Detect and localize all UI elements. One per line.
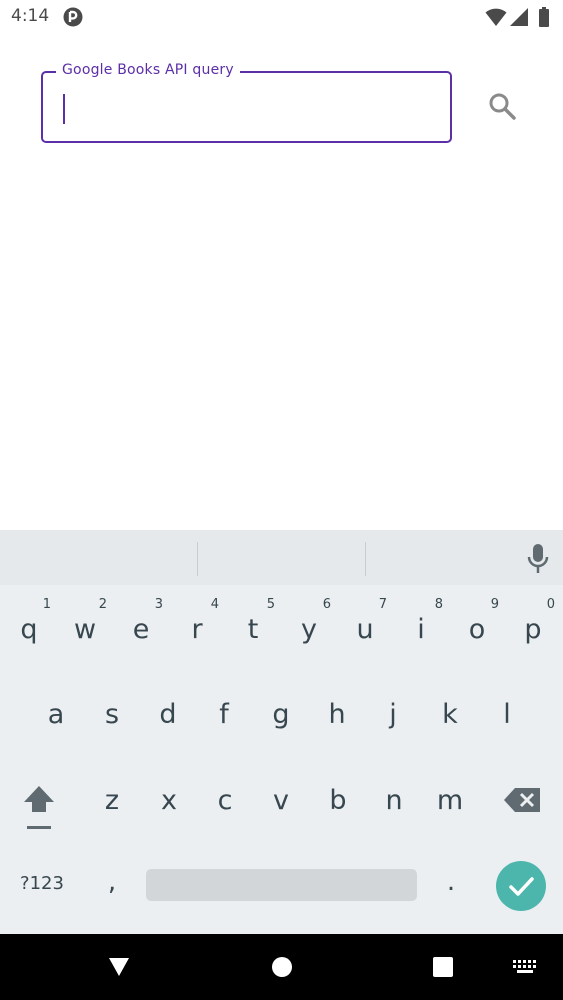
key-label: y <box>301 614 317 645</box>
key-x[interactable]: x <box>143 763 195 839</box>
wifi-icon <box>485 8 507 26</box>
key-k[interactable]: k <box>424 677 476 753</box>
key-label: w <box>73 614 97 645</box>
key-label: q <box>20 614 38 645</box>
key-n[interactable]: n <box>368 763 420 839</box>
key-w[interactable]: w2 <box>59 592 111 668</box>
status-icons <box>485 6 555 28</box>
status-time: 4:14 <box>11 6 50 26</box>
symbols-key[interactable]: ?123 <box>10 862 74 906</box>
key-label: k <box>442 699 458 730</box>
key-a[interactable]: a <box>30 677 82 753</box>
suggestion-divider <box>365 542 366 576</box>
backspace-icon[interactable] <box>503 785 543 815</box>
key-i[interactable]: i8 <box>395 592 447 668</box>
key-label: c <box>217 785 233 816</box>
query-input[interactable] <box>54 88 438 130</box>
key-q[interactable]: q1 <box>3 592 55 668</box>
key-g[interactable]: g <box>255 677 307 753</box>
key-y[interactable]: y6 <box>283 592 335 668</box>
key-hint: 1 <box>42 597 51 612</box>
microphone-icon[interactable] <box>524 542 552 576</box>
key-label: h <box>328 699 346 730</box>
key-p[interactable]: p0 <box>507 592 559 668</box>
key-hint: 9 <box>490 597 499 612</box>
comma-key[interactable]: , <box>92 860 132 904</box>
shift-icon[interactable] <box>19 782 59 832</box>
key-label: p <box>524 614 542 645</box>
key-c[interactable]: c <box>199 763 251 839</box>
key-label: v <box>273 785 289 816</box>
key-d[interactable]: d <box>142 677 194 753</box>
key-hint: 4 <box>210 597 219 612</box>
key-label: u <box>356 614 374 645</box>
status-bar: 4:14 <box>0 0 563 34</box>
search-icon[interactable] <box>482 86 522 126</box>
key-label: d <box>159 699 177 730</box>
key-label: n <box>385 785 403 816</box>
key-h[interactable]: h <box>311 677 363 753</box>
key-label: s <box>104 699 120 730</box>
key-label: b <box>329 785 347 816</box>
text-cursor <box>63 94 65 124</box>
key-hint: 2 <box>98 597 107 612</box>
back-icon[interactable] <box>89 934 149 1000</box>
key-label: l <box>503 699 511 730</box>
key-label: e <box>132 614 150 645</box>
key-label: i <box>417 614 425 645</box>
battery-icon <box>539 7 549 27</box>
cell-signal-icon <box>510 8 528 26</box>
key-hint: 7 <box>378 597 387 612</box>
key-b[interactable]: b <box>312 763 364 839</box>
key-hint: 5 <box>266 597 275 612</box>
key-f[interactable]: f <box>198 677 250 753</box>
query-field-label: Google Books API query <box>56 62 240 78</box>
check-icon <box>509 877 534 896</box>
soft-keyboard: q1 w2 e3 r4 t5 y6 u7 i8 o9 p0 a s d f g … <box>0 530 563 934</box>
key-v[interactable]: v <box>255 763 307 839</box>
key-l[interactable]: l <box>481 677 533 753</box>
key-label: f <box>219 699 229 730</box>
key-label: t <box>247 614 259 645</box>
key-label: g <box>272 699 290 730</box>
recents-icon[interactable] <box>413 934 473 1000</box>
app-notification-icon <box>63 7 83 27</box>
key-u[interactable]: u7 <box>339 592 391 668</box>
key-s[interactable]: s <box>86 677 138 753</box>
key-hint: 3 <box>154 597 163 612</box>
key-m[interactable]: m <box>424 763 476 839</box>
key-label: a <box>47 699 65 730</box>
key-o[interactable]: o9 <box>451 592 503 668</box>
period-key[interactable]: . <box>431 860 471 904</box>
space-key[interactable] <box>146 869 417 901</box>
suggestion-strip <box>0 530 563 585</box>
key-label: z <box>104 785 120 816</box>
key-hint: 0 <box>546 597 555 612</box>
key-z[interactable]: z <box>86 763 138 839</box>
suggestion-divider <box>197 542 198 576</box>
enter-key[interactable] <box>496 861 546 911</box>
key-hint: 6 <box>322 597 331 612</box>
key-label: m <box>436 785 464 816</box>
key-label: j <box>389 699 397 730</box>
home-icon[interactable] <box>252 934 312 1000</box>
key-j[interactable]: j <box>367 677 419 753</box>
key-label: r <box>191 614 203 645</box>
keyboard-switch-icon[interactable] <box>495 934 555 1000</box>
key-label: x <box>161 785 177 816</box>
navigation-bar <box>0 934 563 1000</box>
key-hint: 8 <box>434 597 443 612</box>
key-r[interactable]: r4 <box>171 592 223 668</box>
key-label: o <box>468 614 486 645</box>
key-t[interactable]: t5 <box>227 592 279 668</box>
key-e[interactable]: e3 <box>115 592 167 668</box>
